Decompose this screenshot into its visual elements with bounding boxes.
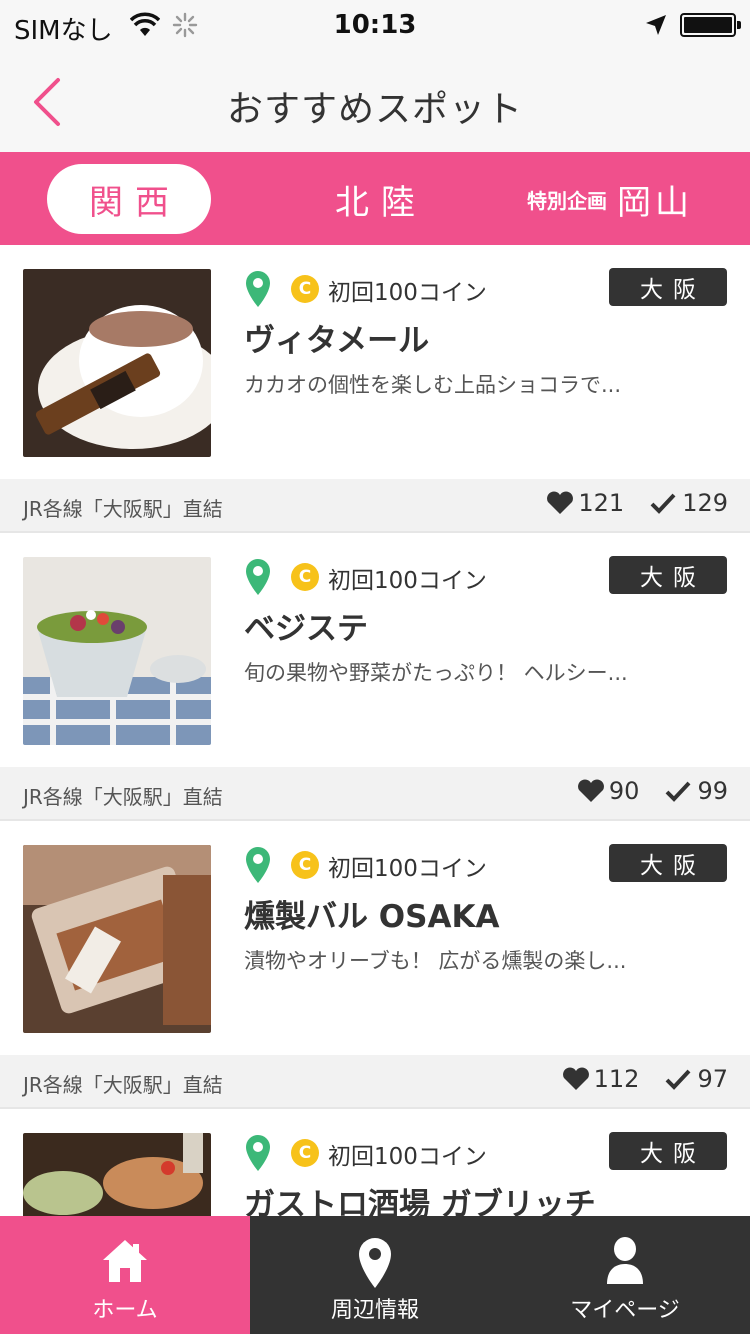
spot-card[interactable]: C 初回100コイン 大阪 燻製バル OSAKA 漬物やオリーブも！ 広がる燻製… [0,821,750,1109]
like-count: 112 [593,1065,640,1093]
region-tabs: 関西 北陸 特別企画 岡山 [0,152,750,245]
tab-hokuriku[interactable]: 北陸 [300,164,450,234]
spot-description: 旬の果物や野菜がたっぷり！ ヘルシー... [244,661,628,685]
spot-card-footer: JR各線「大阪駅」直結 121 129 [0,479,750,533]
access-info: JR各線「大阪駅」直結 [23,785,223,809]
like-count: 90 [608,777,640,805]
area-badge: 大阪 [609,556,727,594]
spot-description: カカオの個性を楽しむ上品ショコラで... [244,373,622,397]
location-arrow-icon [646,15,666,35]
tab-nearby-label: 周辺情報 [330,1298,419,1323]
tab-home-label: ホーム [92,1298,158,1323]
page-title: おすすめスポット [226,89,523,130]
clock: 10:13 [333,10,417,40]
spot-card-body[interactable]: C 初回100コイン 大阪 ベジステ 旬の果物や野菜がたっぷり！ ヘルシー... [0,533,750,767]
heart-icon [547,491,574,514]
coin-reward: 初回100コイン [328,856,487,882]
spot-thumbnail-smoked-food [23,845,211,1033]
spot-card[interactable]: C 初回100コイン 大阪 ヴィタメール カカオの個性を楽しむ上品ショコラで..… [0,245,750,533]
area-badge: 大阪 [609,268,727,306]
access-info: JR各線「大阪駅」直結 [23,1073,223,1097]
tab-mypage[interactable]: マイページ [500,1216,750,1334]
battery-icon [680,13,741,37]
map-pin-icon [246,271,270,307]
spot-stats: 90 99 [577,777,728,805]
check-icon [666,781,691,802]
spot-name: 燻製バル OSAKA [244,899,500,935]
navigation-bar: おすすめスポット [0,52,750,152]
checkin-count: 97 [697,1065,728,1093]
area-badge: 大阪 [609,844,727,882]
like-count: 121 [578,489,625,517]
heart-icon [562,1067,589,1090]
check-icon [650,493,676,514]
spot-card-body[interactable]: C 初回100コイン 大阪 ヴィタメール カカオの個性を楽しむ上品ショコラで..… [0,245,750,479]
access-info: JR各線「大阪駅」直結 [23,497,223,521]
map-pin-icon [359,1238,391,1288]
spot-card-footer: JR各線「大阪駅」直結 112 97 [0,1055,750,1109]
area-badge: 大阪 [609,1132,727,1170]
spot-thumbnail-salad [23,557,211,745]
check-icon [666,1069,691,1090]
spot-name: ベジステ [244,611,368,647]
checkin-count: 99 [697,777,728,805]
coin-icon: C [291,851,319,879]
person-icon [607,1237,643,1284]
tab-mypage-label: マイページ [570,1298,680,1323]
coin-reward: 初回100コイン [328,1144,487,1170]
spot-card-body[interactable]: C 初回100コイン 大阪 燻製バル OSAKA 漬物やオリーブも！ 広がる燻製… [0,821,750,1055]
home-icon [103,1240,147,1282]
spot-card-footer: JR各線「大阪駅」直結 90 99 [0,767,750,821]
coin-icon: C [291,275,319,303]
map-pin-icon [246,1135,270,1171]
spot-name: ヴィタメール [244,323,430,359]
tab-home[interactable]: ホーム [0,1216,250,1334]
tab-okayama-sublabel: 特別企画 [527,188,607,213]
tab-kansai[interactable]: 関西 [47,164,211,234]
spot-thumbnail-chocolate [23,269,211,457]
status-bar: SIMなし 10:13 [0,0,750,52]
coin-reward: 初回100コイン [328,280,487,306]
tab-okayama-label: 岡山 [617,182,693,223]
tab-okayama[interactable]: 特別企画 岡山 [520,164,700,234]
spot-stats: 121 129 [546,489,728,517]
spot-description: 漬物やオリーブも！ 広がる燻製の楽し... [244,949,627,973]
coin-icon: C [291,1139,319,1167]
bottom-tab-bar: ホーム 周辺情報 マイページ [0,1216,750,1334]
map-pin-icon [246,559,270,595]
spot-card[interactable]: C 初回100コイン 大阪 ベジステ 旬の果物や野菜がたっぷり！ ヘルシー...… [0,533,750,821]
heart-icon [577,779,604,802]
checkin-count: 129 [682,489,728,517]
spot-stats: 112 97 [562,1065,728,1093]
map-pin-icon [246,847,270,883]
coin-reward: 初回100コイン [328,568,487,594]
tab-nearby[interactable]: 周辺情報 [250,1216,500,1334]
coin-icon: C [291,563,319,591]
